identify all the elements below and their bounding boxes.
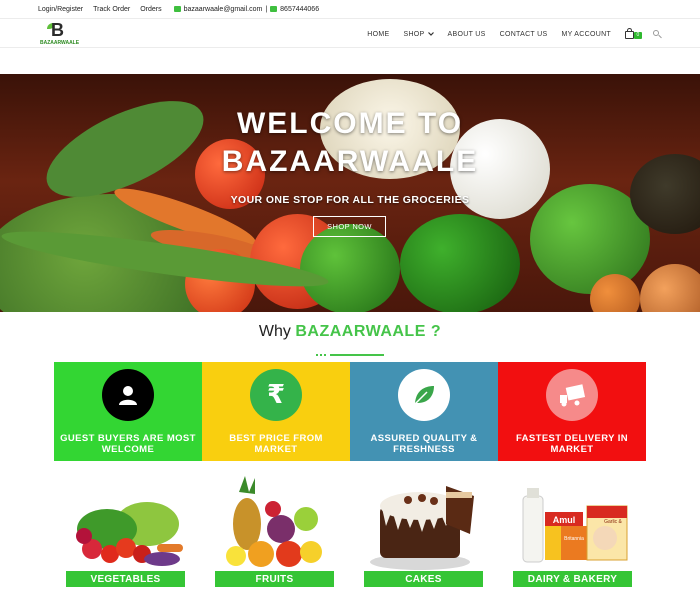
cart-count-badge: 0 [634,32,642,39]
category-grid: VEGETABLES FRUITS CAKES Amul Britannia G… [62,474,648,592]
garlic-label-text: Garlic & [604,519,622,525]
vegetables-image [76,502,183,566]
logo-wordmark: BAZAARWAALE [40,40,80,46]
feature-best-price: ₹ BEST PRICE FROM MARKET [202,362,350,461]
category-label: FRUITS [215,571,334,587]
top-links: Login/Register Track Order Orders [38,6,162,13]
hero-title-line2: BAZAARWAALE [221,145,479,178]
contact-separator: | [265,5,268,13]
truck-icon [546,369,598,421]
category-label: DAIRY & BAKERY [513,571,632,587]
feature-label: FASTEST DELIVERY IN MARKET [515,433,629,455]
why-brand: BAZAARWAALE ? [295,323,442,340]
category-label: CAKES [364,571,483,587]
nav-shop-label: SHOP [403,30,425,38]
nav-shop[interactable]: SHOP [403,30,434,38]
why-heading: Why BAZAARWAALE ? [0,323,700,341]
why-prefix: Why [258,323,291,340]
feature-label: ASSURED QUALITY & FRESHNESS [370,433,478,455]
fruits-image [226,476,322,567]
hero-subtitle: YOUR ONE STOP FOR ALL THE GROCERIES [230,194,470,206]
hero-banner: WELCOME TO BAZAARWAALE YOUR ONE STOP FOR… [0,74,700,312]
category-cakes[interactable]: CAKES [360,474,483,588]
category-dairy-bakery[interactable]: Amul Britannia Garlic & DAIRY & BAKERY [509,474,632,588]
login-register-link[interactable]: Login/Register [38,6,83,13]
nav-contact[interactable]: CONTACT US [500,31,548,38]
envelope-icon [173,6,181,12]
contact-email: bazaarwaale@gmail.com [183,5,263,13]
contact-phone: 8657444066 [280,5,320,13]
feature-label: GUEST BUYERS ARE MOST WELCOME [60,433,196,455]
site-header: B BAZAARWAALE HOME SHOP ABOUT US CONTACT… [0,18,700,48]
britannia-brand-text: Britannia [564,536,584,542]
rupee-icon: ₹ [250,369,302,421]
cakes-image [370,486,474,570]
nav-my-account[interactable]: MY ACCOUNT [561,31,611,38]
why-underline-divider [316,354,384,356]
amul-brand-text: Amul [553,515,576,525]
nav-about[interactable]: ABOUT US [448,31,486,38]
top-contact: bazaarwaale@gmail.com | 8657444066 [173,5,320,13]
orders-link[interactable]: Orders [140,6,161,13]
logo-mark: B [51,20,64,40]
nav-home[interactable]: HOME [367,31,389,38]
hero-title-line1: WELCOME TO [236,107,464,140]
main-nav: HOME SHOP ABOUT US CONTACT US MY ACCOUNT… [367,19,662,49]
features-strip: GUEST BUYERS ARE MOST WELCOME ₹ BEST PRI… [54,362,646,461]
track-order-link[interactable]: Track Order [93,6,130,13]
feature-guest-buyers: GUEST BUYERS ARE MOST WELCOME [54,362,202,461]
site-logo[interactable]: B BAZAARWAALE [40,20,80,47]
feature-quality: ASSURED QUALITY & FRESHNESS [350,362,498,461]
shop-now-button[interactable]: SHOP NOW [313,216,386,237]
top-bar: Login/Register Track Order Orders bazaar… [0,0,700,18]
category-label: VEGETABLES [66,571,185,587]
category-fruits[interactable]: FRUITS [211,474,334,588]
whatsapp-icon [270,6,278,12]
chevron-down-icon [427,32,434,36]
category-vegetables[interactable]: VEGETABLES [62,474,185,588]
feature-label: BEST PRICE FROM MARKET [229,433,323,455]
search-icon[interactable] [653,29,662,39]
user-icon [102,369,154,421]
feature-delivery: FASTEST DELIVERY IN MARKET [498,362,646,461]
leaf-icon [398,369,450,421]
dairy-bakery-image: Amul Britannia Garlic & [522,488,628,563]
cart-icon[interactable]: 0 [625,28,642,39]
